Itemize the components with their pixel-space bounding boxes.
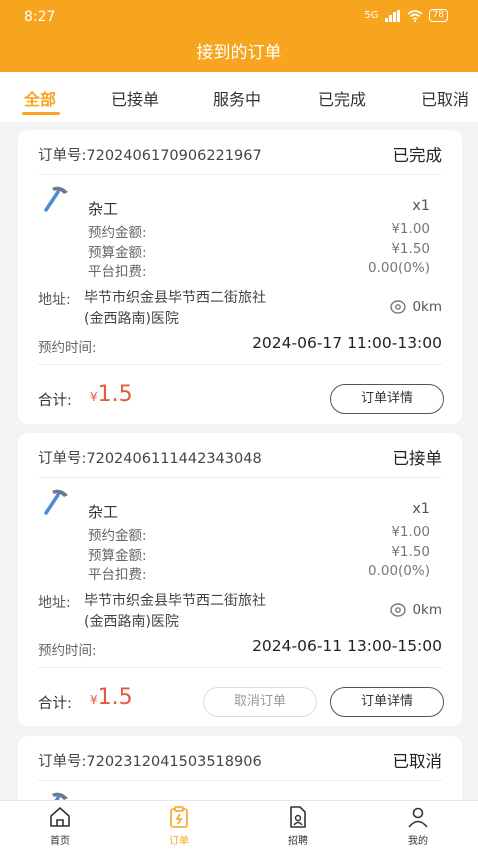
address-label: 地址:	[38, 292, 71, 308]
nav-home[interactable]: 首页	[30, 805, 90, 847]
booking-amount-value: ¥1.00	[391, 221, 430, 237]
order-number: 订单号:7202312041503518906	[38, 754, 262, 770]
service-quantity: x1	[412, 501, 430, 517]
status-bar: 8:27 5G 78	[0, 0, 478, 32]
tab-all[interactable]: 全部	[24, 86, 56, 110]
platform-fee-label: 平台扣费:	[88, 567, 147, 583]
order-card[interactable]: 订单号:7202406111442343048 已接单 杂工 x1 预约金额: …	[18, 433, 462, 726]
booking-time-label: 预约时间:	[38, 643, 97, 659]
order-card[interactable]: 订单号:7202406170906221967 已完成 杂工 x1 预约金额: …	[18, 130, 462, 424]
nav-orders-label: 订单	[169, 836, 189, 847]
address-text: 毕节市织金县毕节西二街旅社 (金西路南)医院	[84, 288, 324, 330]
tab-completed[interactable]: 已完成	[318, 86, 366, 110]
status-time: 8:27	[24, 9, 56, 25]
cancel-order-button[interactable]: 取消订单	[203, 687, 317, 717]
page-title: 接到的订单	[196, 43, 282, 63]
currency-symbol: ¥	[90, 693, 98, 707]
distance-value: 0km	[412, 299, 442, 315]
location-icon	[390, 603, 407, 617]
tab-cancelled[interactable]: 已取消	[421, 86, 469, 110]
nav-recruit-label: 招聘	[288, 836, 308, 847]
nav-profile-label: 我的	[408, 836, 428, 847]
order-tabs: 全部 已接单 服务中 已完成 已取消	[0, 72, 478, 122]
order-status: 已完成	[392, 146, 443, 165]
service-name: 杂工	[88, 503, 119, 521]
address-text: 毕节市织金县毕节西二街旅社 (金西路南)医院	[84, 591, 324, 633]
profile-icon	[408, 807, 428, 828]
booking-time-value: 2024-06-17 11:00-13:00	[252, 334, 442, 352]
bottom-nav: 首页 订单 招聘 我的	[0, 800, 478, 850]
order-number: 订单号:7202406170906221967	[38, 148, 262, 164]
active-tab-indicator	[22, 112, 60, 115]
distance-value: 0km	[412, 602, 442, 618]
divider	[38, 667, 442, 668]
address-line-1: 毕节市织金县毕节西二街旅社	[84, 593, 266, 609]
total-amount: 1.5	[97, 685, 133, 710]
total-value: ¥1.5	[90, 382, 133, 407]
recruit-icon	[290, 806, 306, 828]
hammer-icon	[44, 489, 68, 515]
budget-amount-label: 预算金额:	[88, 548, 147, 564]
budget-amount-value: ¥1.50	[391, 241, 430, 257]
booking-time-label: 预约时间:	[38, 340, 97, 356]
address-label: 地址:	[38, 595, 71, 611]
currency-symbol: ¥	[90, 390, 98, 404]
battery-icon: 78	[428, 9, 448, 22]
divider	[38, 174, 442, 175]
platform-fee-value: 0.00(0%)	[367, 260, 430, 276]
address-line-1: 毕节市织金县毕节西二街旅社	[84, 290, 266, 306]
order-detail-button[interactable]: 订单详情	[330, 687, 444, 717]
platform-fee-value: 0.00(0%)	[367, 563, 430, 579]
divider	[38, 364, 442, 365]
app-header: 8:27 5G 78 接到的订单	[0, 0, 478, 72]
divider	[38, 477, 442, 478]
booking-amount-label: 预约金额:	[88, 528, 147, 544]
distance: 0km	[390, 299, 442, 315]
order-detail-button[interactable]: 订单详情	[330, 384, 444, 414]
signal-icon	[384, 9, 400, 22]
booking-amount-value: ¥1.00	[391, 524, 430, 540]
address-line-2: (金西路南)医院	[84, 614, 179, 630]
booking-time-value: 2024-06-11 13:00-15:00	[252, 637, 442, 655]
order-icon	[170, 806, 188, 828]
nav-recruit[interactable]: 招聘	[268, 805, 328, 847]
home-icon	[50, 807, 70, 827]
total-value: ¥1.5	[90, 685, 133, 710]
service-quantity: x1	[412, 198, 430, 214]
distance: 0km	[390, 602, 442, 618]
budget-amount-value: ¥1.50	[391, 544, 430, 560]
total-amount: 1.5	[97, 382, 133, 407]
tab-in-service[interactable]: 服务中	[213, 86, 261, 110]
nav-orders[interactable]: 订单	[149, 805, 209, 847]
address-line-2: (金西路南)医院	[84, 311, 179, 327]
wifi-icon	[407, 9, 423, 22]
order-number: 订单号:7202406111442343048	[38, 451, 262, 467]
total-label: 合计:	[38, 696, 72, 712]
status-icons: 5G 78	[364, 9, 448, 22]
booking-amount-label: 预约金额:	[88, 225, 147, 241]
nav-home-label: 首页	[50, 836, 70, 847]
signal-label: 5G	[364, 10, 379, 21]
hammer-icon	[44, 186, 68, 212]
location-icon	[390, 300, 407, 314]
order-status: 已接单	[392, 449, 443, 468]
total-label: 合计:	[38, 393, 72, 409]
budget-amount-label: 预算金额:	[88, 245, 147, 261]
service-name: 杂工	[88, 200, 119, 218]
order-status: 已取消	[392, 752, 443, 771]
platform-fee-label: 平台扣费:	[88, 264, 147, 280]
divider	[38, 780, 442, 781]
nav-profile[interactable]: 我的	[388, 805, 448, 847]
tab-accepted[interactable]: 已接单	[111, 86, 159, 110]
